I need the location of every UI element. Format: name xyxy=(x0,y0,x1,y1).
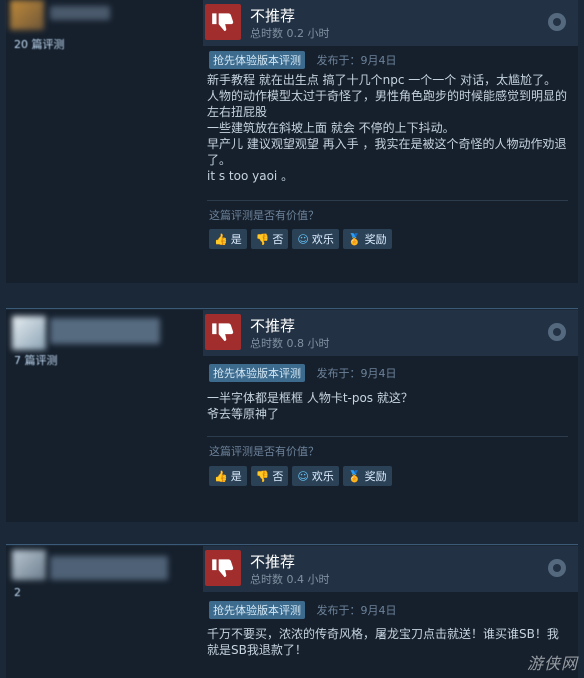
reviewer-column: 7 篇评测 xyxy=(6,310,196,522)
early-access-badge: 抢先体验版本评测 xyxy=(209,51,305,69)
review-content: 不推荐 总时数 0.2 小时 抢先体验版本评测 发布于：9月4日 新手教程 就在… xyxy=(203,0,578,283)
vote-buttons: 👍 是 👎 否 ☺ 欢乐 🏅 奖励 xyxy=(209,466,392,486)
divider xyxy=(207,436,568,437)
review-text: 新手教程 就在出生点 搞了十几个npc 一个一个 对话，太尴尬了。 人物的动作模… xyxy=(207,73,568,183)
thumbs-down-icon: 👎 xyxy=(255,469,270,483)
verdict-label: 不推荐 xyxy=(250,7,296,25)
award-button[interactable]: 🏅 奖励 xyxy=(342,229,392,249)
vote-yes-button[interactable]: 👍 是 xyxy=(209,229,247,249)
helpful-question: 这篇评测是否有价值？ xyxy=(209,209,319,222)
review-card: 20 篇评测 不推荐 总时数 0.2 小时 抢先体验版本评测 发布于：9月4日 … xyxy=(6,0,578,283)
review-card: 7 篇评测 不推荐 总时数 0.8 小时 抢先体验版本评测 发布于：9月4日 一… xyxy=(6,310,578,522)
review-body: 千万不要买，浓浓的传奇风格，屠龙宝刀点击就送！谁买谁SB！我就是SB我退款了！ xyxy=(207,626,568,658)
review-count[interactable]: 7 篇评测 xyxy=(14,352,58,368)
verdict-label: 不推荐 xyxy=(250,553,296,571)
reviewer-name[interactable] xyxy=(50,556,168,580)
award-button[interactable]: 🏅 奖励 xyxy=(342,466,392,486)
avatar[interactable] xyxy=(12,316,46,350)
divider xyxy=(207,200,568,201)
vote-yes-button[interactable]: 👍 是 xyxy=(209,466,247,486)
thumbs-down-icon xyxy=(205,550,241,586)
helpful-question: 这篇评测是否有价值？ xyxy=(209,445,319,458)
vote-buttons: 👍 是 👎 否 ☺ 欢乐 🏅 奖励 xyxy=(209,229,392,249)
award-icon: 🏅 xyxy=(347,469,362,483)
review-header[interactable]: 不推荐 总时数 0.8 小时 xyxy=(203,310,578,356)
playtime: 总时数 0.4 小时 xyxy=(250,573,330,586)
thumbs-down-icon xyxy=(205,4,241,40)
review-content: 不推荐 总时数 0.4 小时 抢先体验版本评测 发布于：9月4日 千万不要买，浓… xyxy=(203,546,578,678)
avatar[interactable] xyxy=(10,0,44,30)
review-meta: 抢先体验版本评测 发布于：9月4日 xyxy=(209,51,397,69)
playtime: 总时数 0.8 小时 xyxy=(250,337,330,350)
thumbs-up-icon: 👍 xyxy=(214,469,228,483)
smile-icon: ☺ xyxy=(297,232,309,246)
posted-date: 发布于：9月4日 xyxy=(316,604,397,617)
vote-no-button[interactable]: 👎 否 xyxy=(250,229,289,249)
review-body: 一半字体都是框框 人物卡t-pos 就这？ 爷去等原神了 xyxy=(207,390,568,422)
vote-no-button[interactable]: 👎 否 xyxy=(250,466,289,486)
award-icon: 🏅 xyxy=(347,232,362,246)
steam-icon[interactable] xyxy=(548,13,566,31)
posted-date: 发布于：9月4日 xyxy=(316,54,397,67)
reviewer-name[interactable] xyxy=(50,6,110,20)
thumbs-down-icon: 👎 xyxy=(255,232,270,246)
verdict-label: 不推荐 xyxy=(250,317,296,335)
review-text: 千万不要买，浓浓的传奇风格，屠龙宝刀点击就送！谁买谁SB！我就是SB我退款了！ xyxy=(207,627,559,657)
steam-icon[interactable] xyxy=(548,323,566,341)
watermark-logo: 游侠网 xyxy=(526,654,578,673)
review-separator xyxy=(6,544,578,545)
review-count[interactable]: 2 xyxy=(14,586,21,599)
review-header[interactable]: 不推荐 总时数 0.2 小时 xyxy=(203,0,578,46)
vote-funny-button[interactable]: ☺ 欢乐 xyxy=(292,229,339,249)
avatar[interactable] xyxy=(12,550,46,580)
review-meta: 抢先体验版本评测 发布于：9月4日 xyxy=(209,601,397,619)
review-card: 2 不推荐 总时数 0.4 小时 抢先体验版本评测 发布于：9月4日 千万不要买… xyxy=(6,546,578,678)
thumbs-down-icon xyxy=(205,314,241,350)
vote-funny-button[interactable]: ☺ 欢乐 xyxy=(292,466,339,486)
playtime: 总时数 0.2 小时 xyxy=(250,27,330,40)
review-text: 一半字体都是框框 人物卡t-pos 就这？ 爷去等原神了 xyxy=(207,391,413,421)
early-access-badge: 抢先体验版本评测 xyxy=(209,364,305,382)
review-meta: 抢先体验版本评测 发布于：9月4日 xyxy=(209,364,397,382)
reviewer-name[interactable] xyxy=(50,318,160,344)
review-header[interactable]: 不推荐 总时数 0.4 小时 xyxy=(203,546,578,592)
reviewer-column: 20 篇评测 xyxy=(6,0,196,283)
review-count[interactable]: 20 篇评测 xyxy=(14,36,65,52)
early-access-badge: 抢先体验版本评测 xyxy=(209,601,305,619)
review-separator xyxy=(6,308,578,309)
smile-icon: ☺ xyxy=(297,469,309,483)
reviewer-column: 2 xyxy=(6,546,196,678)
review-content: 不推荐 总时数 0.8 小时 抢先体验版本评测 发布于：9月4日 一半字体都是框… xyxy=(203,310,578,522)
steam-icon[interactable] xyxy=(548,559,566,577)
review-body: 新手教程 就在出生点 搞了十几个npc 一个一个 对话，太尴尬了。 人物的动作模… xyxy=(207,72,568,184)
posted-date: 发布于：9月4日 xyxy=(316,367,397,380)
thumbs-up-icon: 👍 xyxy=(214,232,228,246)
